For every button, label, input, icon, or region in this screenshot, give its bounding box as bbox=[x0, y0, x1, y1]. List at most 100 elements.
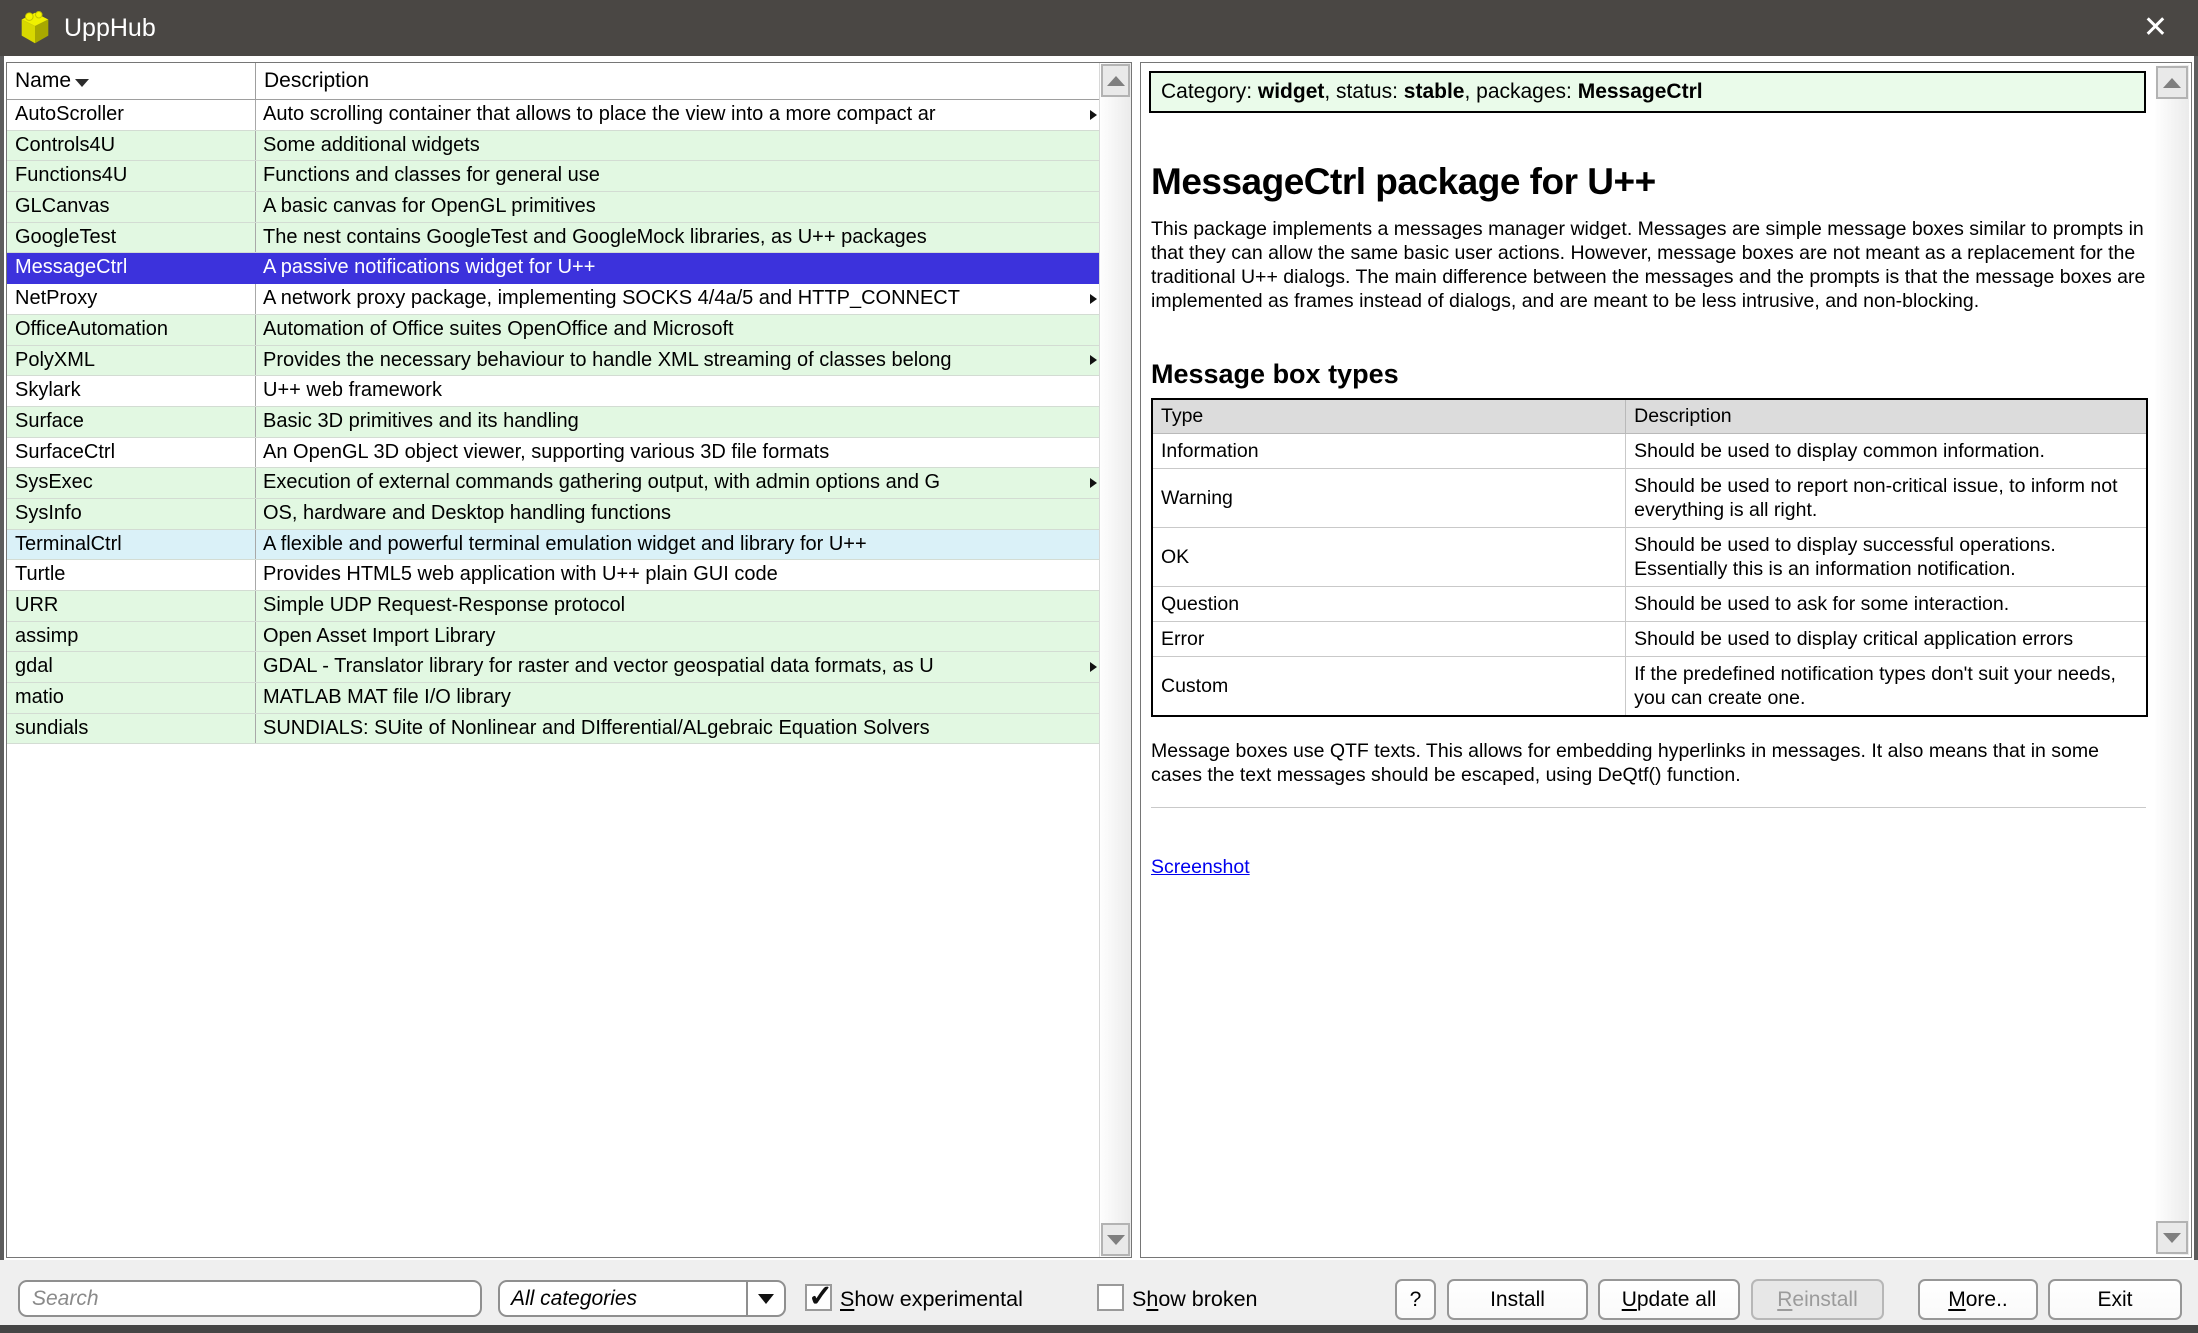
window-edge-left bbox=[0, 56, 4, 1325]
description-cell: Should be used to ask for some interacti… bbox=[1626, 587, 2147, 622]
package-row[interactable]: GoogleTestThe nest contains GoogleTest a… bbox=[7, 223, 1099, 254]
list-header: Name Description bbox=[7, 63, 1099, 100]
package-description-document: MessageCtrl package for U++ This package… bbox=[1151, 161, 2146, 879]
package-name-cell: GLCanvas bbox=[7, 192, 256, 222]
package-row[interactable]: SkylarkU++ web framework bbox=[7, 376, 1099, 407]
column-header-description-label: Description bbox=[264, 69, 369, 93]
category-prefix: Category: bbox=[1161, 80, 1258, 103]
reinstall-button: Reinstall bbox=[1751, 1279, 1884, 1320]
column-header-name[interactable]: Name bbox=[7, 63, 256, 99]
detail-scrollbar[interactable] bbox=[2155, 65, 2189, 1255]
package-description-cell: Open Asset Import Library bbox=[256, 622, 1099, 652]
scroll-down-button[interactable] bbox=[2156, 1221, 2188, 1254]
package-description-cell: Functions and classes for general use bbox=[256, 161, 1099, 191]
package-row[interactable]: gdalGDAL - Translator library for raster… bbox=[7, 652, 1099, 683]
type-cell: Error bbox=[1152, 622, 1626, 657]
message-types-table: Type Description InformationShould be us… bbox=[1151, 398, 2148, 717]
type-cell: Question bbox=[1152, 587, 1626, 622]
search-input[interactable] bbox=[18, 1280, 482, 1317]
package-row[interactable]: OfficeAutomationAutomation of Office sui… bbox=[7, 315, 1099, 346]
category-status-bar: Category: widget, status: stable, packag… bbox=[1149, 71, 2146, 113]
status-prefix: , status: bbox=[1324, 80, 1403, 103]
package-detail-panel: Category: widget, status: stable, packag… bbox=[1140, 62, 2192, 1258]
package-row[interactable]: TurtleProvides HTML5 web application wit… bbox=[7, 560, 1099, 591]
package-intro-paragraph: This package implements a messages manag… bbox=[1151, 217, 2146, 313]
package-row[interactable]: TerminalCtrlA flexible and powerful term… bbox=[7, 530, 1099, 561]
package-description-cell: Auto scrolling container that allows to … bbox=[256, 100, 1099, 130]
table-header-row: Type Description bbox=[1152, 399, 2147, 434]
type-cell: Warning bbox=[1152, 469, 1626, 528]
package-row[interactable]: Functions4UFunctions and classes for gen… bbox=[7, 161, 1099, 192]
package-name-cell: Controls4U bbox=[7, 131, 256, 161]
install-button[interactable]: Install bbox=[1447, 1279, 1588, 1320]
package-row[interactable]: SysInfoOS, hardware and Desktop handling… bbox=[7, 499, 1099, 530]
package-row[interactable]: SurfaceBasic 3D primitives and its handl… bbox=[7, 407, 1099, 438]
category-dropdown[interactable]: All categories bbox=[498, 1280, 786, 1317]
package-description-cell: Basic 3D primitives and its handling bbox=[256, 407, 1099, 437]
type-cell: Information bbox=[1152, 434, 1626, 469]
show-broken-checkbox[interactable]: ✓ bbox=[1097, 1284, 1124, 1311]
package-name-cell: URR bbox=[7, 591, 256, 621]
description-cell: Should be used to display common informa… bbox=[1626, 434, 2147, 469]
package-description-cell: Simple UDP Request-Response protocol bbox=[256, 591, 1099, 621]
dropdown-button[interactable] bbox=[746, 1282, 784, 1315]
package-name-cell: TerminalCtrl bbox=[7, 530, 256, 560]
scroll-up-button[interactable] bbox=[1101, 64, 1130, 97]
package-description-cell: SUNDIALS: SUite of Nonlinear and DIffere… bbox=[256, 714, 1099, 744]
package-name-cell: MessageCtrl bbox=[7, 253, 256, 283]
package-description-cell: Execution of external commands gathering… bbox=[256, 468, 1099, 498]
package-description-cell: A basic canvas for OpenGL primitives bbox=[256, 192, 1099, 222]
package-row[interactable]: SurfaceCtrlAn OpenGL 3D object viewer, s… bbox=[7, 438, 1099, 469]
package-name-cell: OfficeAutomation bbox=[7, 315, 256, 345]
package-row[interactable]: NetProxyA network proxy package, impleme… bbox=[7, 284, 1099, 315]
package-rows: AutoScrollerAuto scrolling container tha… bbox=[7, 100, 1099, 744]
close-icon[interactable]: ✕ bbox=[2127, 0, 2184, 56]
column-header-name-label: Name bbox=[15, 69, 71, 93]
package-row[interactable]: AutoScrollerAuto scrolling container tha… bbox=[7, 100, 1099, 131]
package-name-cell: NetProxy bbox=[7, 284, 256, 314]
show-experimental-checkbox[interactable]: ✓ bbox=[805, 1284, 832, 1311]
types-col-description: Description bbox=[1626, 399, 2147, 434]
truncated-text-icon bbox=[1090, 478, 1097, 488]
package-list: Name Description AutoScrollerAuto scroll… bbox=[7, 63, 1099, 1257]
package-name-cell: AutoScroller bbox=[7, 100, 256, 130]
scroll-up-button[interactable] bbox=[2156, 66, 2188, 99]
window-title: UppHub bbox=[64, 14, 156, 43]
package-name-cell: Surface bbox=[7, 407, 256, 437]
help-button[interactable]: ? bbox=[1395, 1279, 1436, 1320]
package-row[interactable]: MessageCtrlA passive notifications widge… bbox=[7, 253, 1099, 284]
package-description-cell: U++ web framework bbox=[256, 376, 1099, 406]
table-row: ErrorShould be used to display critical … bbox=[1152, 622, 2147, 657]
exit-button[interactable]: Exit bbox=[2048, 1279, 2182, 1320]
package-row[interactable]: matioMATLAB MAT file I/O library bbox=[7, 683, 1099, 714]
package-row[interactable]: SysExecExecution of external commands ga… bbox=[7, 468, 1099, 499]
package-row[interactable]: GLCanvasA basic canvas for OpenGL primit… bbox=[7, 192, 1099, 223]
package-row[interactable]: sundialsSUNDIALS: SUite of Nonlinear and… bbox=[7, 714, 1099, 745]
status-value: stable bbox=[1404, 80, 1465, 103]
table-row: OKShould be used to display successful o… bbox=[1152, 528, 2147, 587]
package-name-cell: matio bbox=[7, 683, 256, 713]
list-scrollbar[interactable] bbox=[1099, 63, 1131, 1257]
package-list-panel: Name Description AutoScrollerAuto scroll… bbox=[6, 62, 1132, 1258]
screenshot-link[interactable]: Screenshot bbox=[1151, 856, 1250, 879]
package-description-cell: A network proxy package, implementing SO… bbox=[256, 284, 1099, 314]
package-description-cell: Provides HTML5 web application with U++ … bbox=[256, 560, 1099, 590]
package-description-cell: The nest contains GoogleTest and GoogleM… bbox=[256, 223, 1099, 253]
update-all-button[interactable]: Update all bbox=[1598, 1279, 1740, 1320]
package-row[interactable]: assimpOpen Asset Import Library bbox=[7, 622, 1099, 653]
column-header-description[interactable]: Description bbox=[256, 63, 1099, 99]
package-name-cell: Skylark bbox=[7, 376, 256, 406]
show-experimental-label[interactable]: Show experimental bbox=[840, 1287, 1023, 1312]
truncated-text-icon bbox=[1090, 110, 1097, 120]
package-description-cell: Provides the necessary behaviour to hand… bbox=[256, 346, 1099, 376]
section-heading: Message box types bbox=[1151, 359, 2146, 390]
qtf-note-paragraph: Message boxes use QTF texts. This allows… bbox=[1151, 739, 2146, 787]
package-row[interactable]: PolyXMLProvides the necessary behaviour … bbox=[7, 346, 1099, 377]
more-button[interactable]: More.. bbox=[1918, 1279, 2038, 1320]
package-row[interactable]: URRSimple UDP Request-Response protocol bbox=[7, 591, 1099, 622]
show-broken-label[interactable]: Show broken bbox=[1132, 1287, 1258, 1312]
package-name-cell: sundials bbox=[7, 714, 256, 744]
package-row[interactable]: Controls4USome additional widgets bbox=[7, 131, 1099, 162]
description-cell: Should be used to report non-critical is… bbox=[1626, 469, 2147, 528]
scroll-down-button[interactable] bbox=[1101, 1223, 1130, 1256]
